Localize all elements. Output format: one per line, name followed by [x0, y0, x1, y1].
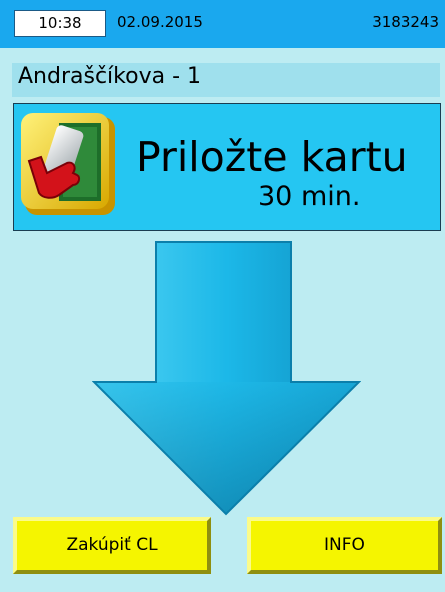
buy-ticket-button[interactable]: Zakúpiť CL [13, 517, 211, 574]
duration-text: 30 min. [258, 181, 361, 212]
date-display: 02.09.2015 [117, 13, 203, 31]
info-button[interactable]: INFO [247, 517, 442, 574]
device-id: 3183243 [372, 13, 439, 31]
stop-name: Andraščíkova - 1 [18, 64, 201, 89]
clock-display: 10:38 [14, 10, 106, 37]
down-arrow-icon [92, 241, 361, 516]
instruction-title: Priložte kartu [136, 133, 408, 181]
card-tap-icon [21, 113, 115, 215]
